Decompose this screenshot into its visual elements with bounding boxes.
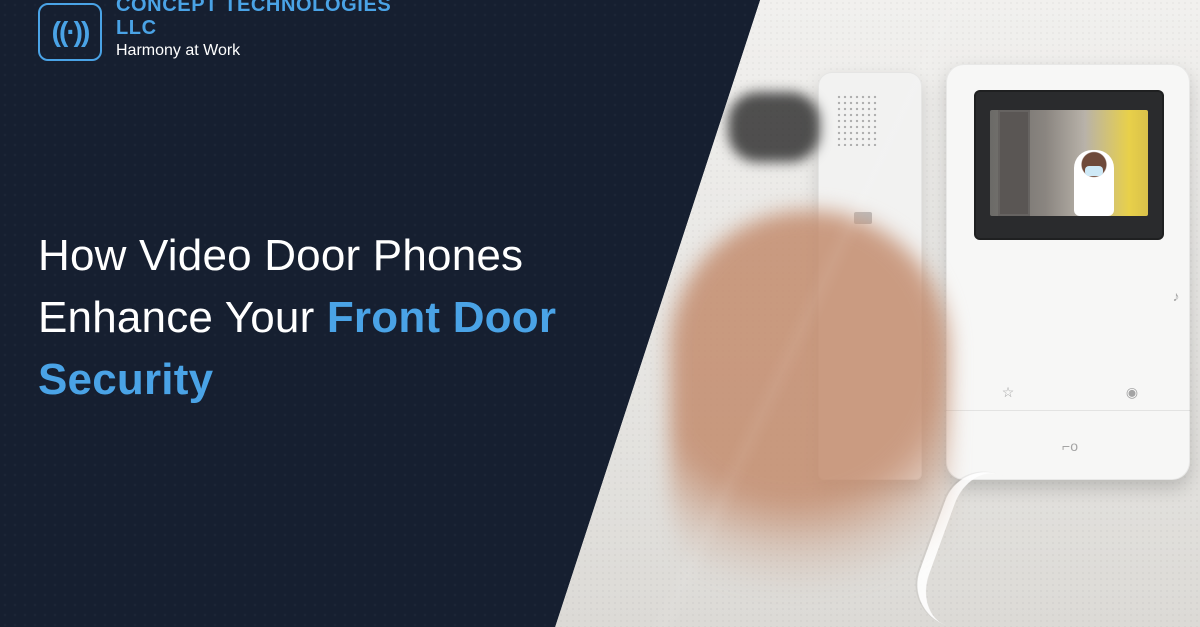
headline-line-1: How Video Door Phones	[38, 231, 524, 280]
headline: How Video Door Phones Enhance Your Front…	[38, 225, 598, 411]
blurred-person	[670, 210, 950, 627]
speaker-grill	[836, 94, 878, 146]
video-door-phone-monitor: ☆ ◉ ⌐o ♪	[946, 64, 1190, 480]
brand-name: CONCEPT TECHNOLOGIES LLC	[115, 0, 392, 39]
headline-line-2: Enhance Your Front Door	[38, 287, 598, 349]
button-divider	[946, 410, 1190, 411]
logo-waves: ((·))	[51, 16, 91, 47]
logo-text: CONCEPT TECHNOLOGIES LLC Harmony at Work	[116, 0, 418, 60]
monitor-screen-bezel	[974, 90, 1164, 240]
banner: ☆ ◉ ⌐o ♪ ((·)) CONCEPT TECHNOLOGIES LLC …	[0, 0, 1200, 627]
company-logo: ((·)) CONCEPT TECHNOLOGIES LLC Harmony a…	[38, 0, 418, 64]
screen-visitor	[1074, 150, 1114, 216]
monitor-screen	[990, 110, 1148, 216]
headline-line-3: Security	[38, 355, 214, 404]
headline-line-2-accent: Front Door	[326, 293, 557, 342]
bell-icon: ♪	[1172, 288, 1180, 304]
eye-icon: ◉	[1125, 384, 1139, 400]
star-icon: ☆	[1001, 384, 1015, 400]
brand-tagline: Harmony at Work	[115, 42, 241, 59]
signal-waves-icon: ((·))	[38, 3, 102, 61]
key-icon: ⌐o	[1062, 438, 1078, 454]
visitor-mask	[1085, 166, 1103, 176]
headline-line-2-prefix: Enhance Your	[38, 293, 327, 342]
screen-door-frame	[998, 110, 1030, 216]
blurred-glasses	[728, 92, 820, 162]
